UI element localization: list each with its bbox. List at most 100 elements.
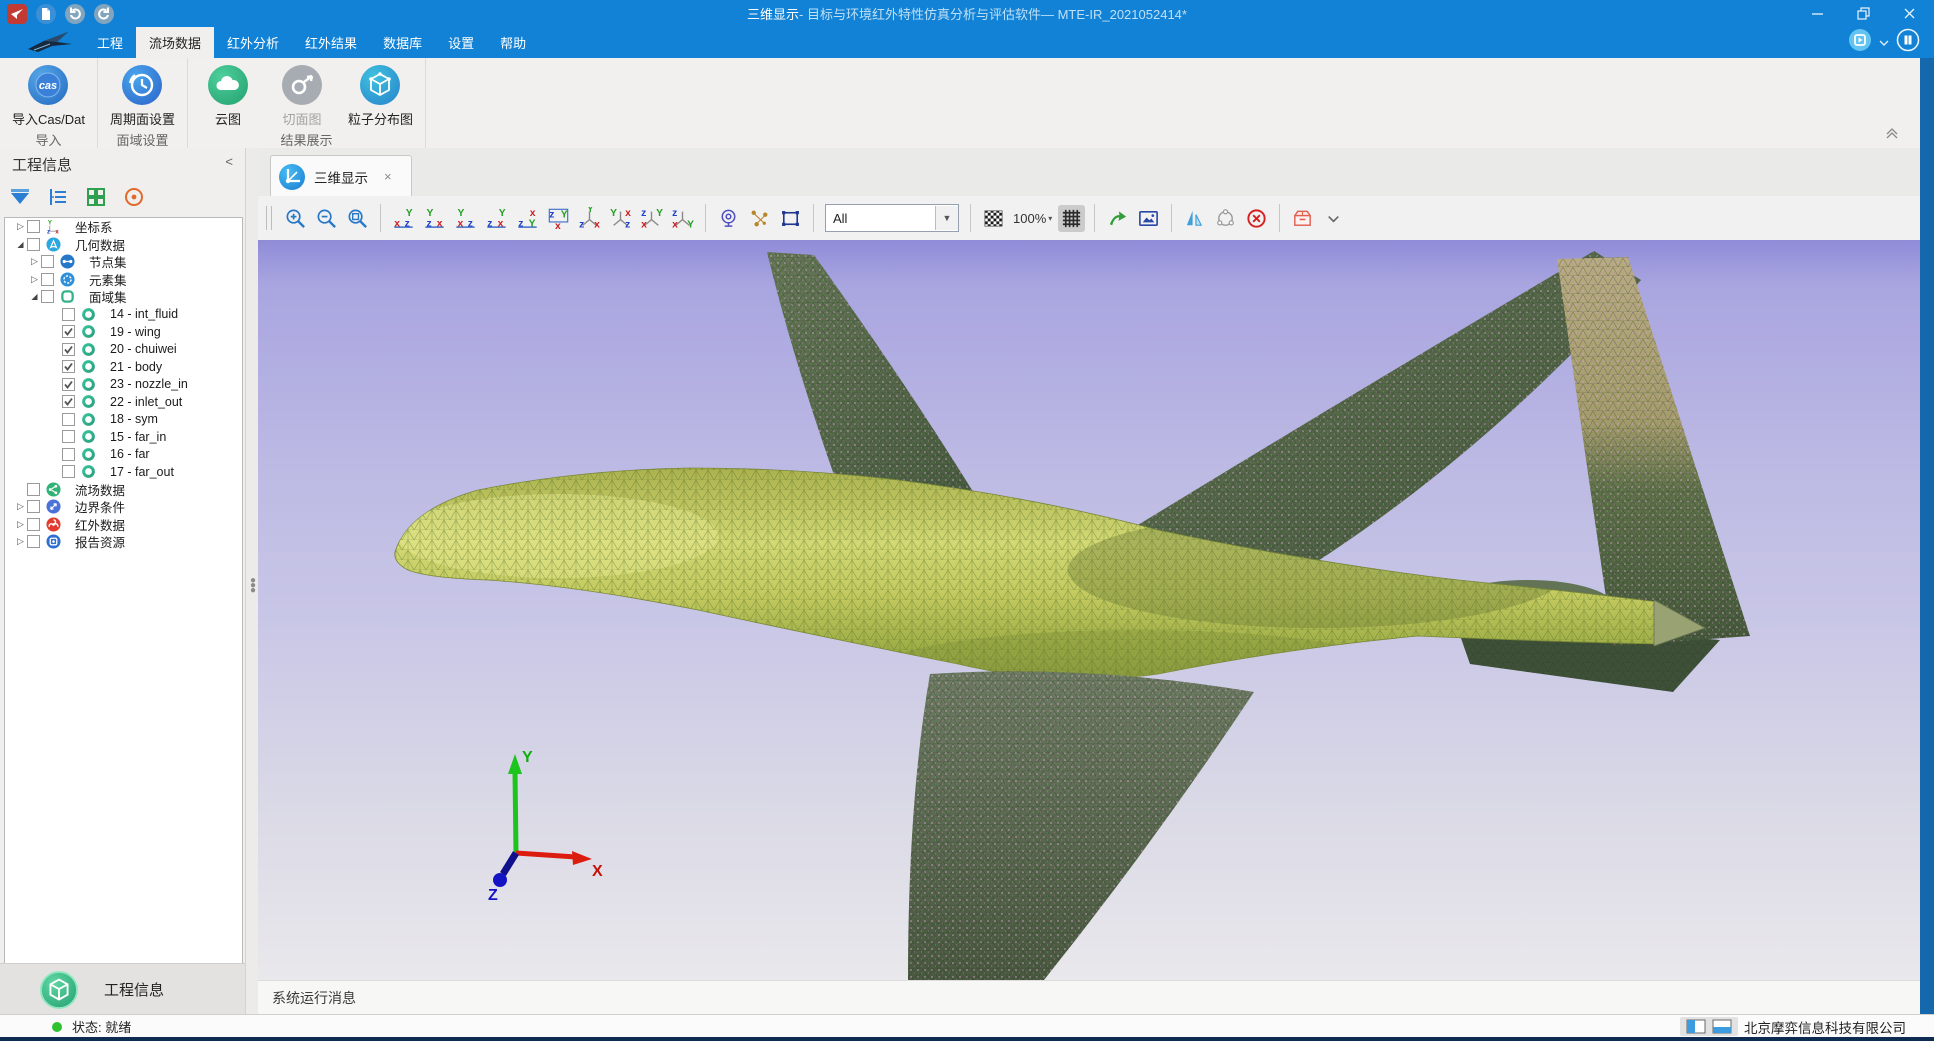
view-zx-alt-icon[interactable]: Yzx (483, 205, 510, 232)
send-icon[interactable] (7, 4, 27, 24)
ribbon-button-particle-distribution[interactable]: 粒子分布图 (344, 62, 417, 130)
zoom-in-icon[interactable] (282, 205, 309, 232)
tree-expanded-icon[interactable]: ◢ (14, 240, 27, 249)
toolbar-caret-icon[interactable] (1320, 205, 1347, 232)
tree-item--[interactable]: ◢面域集 (5, 288, 242, 306)
menu-item-1[interactable]: 工程 (84, 27, 136, 58)
tree-item-15-far_in[interactable]: 15 - far_in (5, 428, 242, 446)
menu-item-7[interactable]: 帮助 (487, 27, 539, 58)
outline-list-icon[interactable] (46, 185, 70, 209)
tree-item-21-body[interactable]: 21 - body (5, 358, 242, 376)
close-icon[interactable] (1898, 3, 1920, 25)
minimize-icon[interactable] (1806, 3, 1828, 25)
snapshot-icon[interactable] (1135, 205, 1162, 232)
export-box-icon[interactable] (1289, 205, 1316, 232)
tree-checkbox[interactable] (62, 395, 75, 408)
tree-item--[interactable]: ▷节点集 (5, 253, 242, 271)
tree-checkbox[interactable] (62, 378, 75, 391)
tree-collapsed-icon[interactable]: ▷ (28, 274, 41, 285)
tree-checkbox[interactable] (27, 535, 40, 548)
toolbar-grip[interactable] (266, 206, 272, 230)
dropdown-caret-icon[interactable] (1879, 34, 1889, 52)
group-grid-icon[interactable] (84, 185, 108, 209)
tree-collapsed-icon[interactable]: ▷ (28, 256, 41, 267)
zoom-fit-icon[interactable] (344, 205, 371, 232)
tree-item--[interactable]: 流场数据 (5, 481, 242, 499)
tree-item--[interactable]: ▷报告资源 (5, 533, 242, 551)
tree-item-20-chuiwei[interactable]: 20 - chuiwei (5, 341, 242, 359)
mirror-icon[interactable] (1181, 205, 1208, 232)
tree-item-17-far_out[interactable]: 17 - far_out (5, 463, 242, 481)
ribbon-button-periodic-face[interactable]: 周期面设置 (106, 62, 179, 130)
tree-item--[interactable]: ▷Yzx坐标系 (5, 218, 242, 236)
panel-bottom-icon[interactable] (1712, 1019, 1732, 1034)
undo-icon[interactable] (65, 4, 85, 24)
view-iso2-icon[interactable]: Yxz (607, 205, 634, 232)
view-xz-alt-icon[interactable]: Yxz (452, 205, 479, 232)
clear-all-icon[interactable] (1243, 205, 1270, 232)
view-iso1-icon[interactable]: Yzx (576, 205, 603, 232)
panel-tab-project-info[interactable]: 工程信息 (0, 963, 245, 1015)
menu-item-3[interactable]: 红外分析 (214, 27, 292, 58)
tree-item-19-wing[interactable]: 19 - wing (5, 323, 242, 341)
filter-icon[interactable] (8, 185, 32, 209)
tree-checkbox[interactable] (41, 255, 54, 268)
trace-points-icon[interactable] (746, 205, 773, 232)
tree-checkbox[interactable] (27, 483, 40, 496)
tree-checkbox[interactable] (27, 518, 40, 531)
smooth-ring-icon[interactable] (1212, 205, 1239, 232)
tree-checkbox[interactable] (62, 465, 75, 478)
tree-item-22-inlet_out[interactable]: 22 - inlet_out (5, 393, 242, 411)
ribbon-button-contour-cloud[interactable]: 云图 (196, 62, 260, 130)
tree-item--[interactable]: ◢几何数据 (5, 236, 242, 254)
view-iso4-icon[interactable]: zxY (669, 205, 696, 232)
mesh-toggle-icon[interactable] (1058, 205, 1085, 232)
tree-item-18-sym[interactable]: 18 - sym (5, 411, 242, 429)
select-box-icon[interactable] (777, 205, 804, 232)
tab-3d-view[interactable]: 三维显示 × (270, 155, 412, 197)
tree-item-16-far[interactable]: 16 - far (5, 446, 242, 464)
view-zy-icon[interactable]: xzY (514, 205, 541, 232)
tree-item-23-nozzle_in[interactable]: 23 - nozzle_in (5, 376, 242, 394)
tree-checkbox[interactable] (62, 308, 75, 321)
tree-checkbox[interactable] (62, 430, 75, 443)
tab-close-icon[interactable]: × (384, 169, 392, 184)
view-zx-icon[interactable]: Yzx (421, 205, 448, 232)
tree-checkbox[interactable] (27, 238, 40, 251)
new-doc-icon[interactable] (36, 4, 56, 24)
dropdown-arrow-icon[interactable]: ▼ (935, 206, 958, 230)
tree-checkbox[interactable] (62, 413, 75, 426)
tree-item--[interactable]: ▷边界条件 (5, 498, 242, 516)
tree-expanded-icon[interactable]: ◢ (28, 292, 41, 301)
display-filter-dropdown[interactable]: All▼ (825, 204, 959, 232)
tree-collapsed-icon[interactable]: ▷ (14, 519, 27, 530)
tree-checkbox[interactable] (62, 360, 75, 373)
collapse-ribbon-icon[interactable] (1884, 128, 1900, 143)
menu-item-6[interactable]: 设置 (435, 27, 487, 58)
menu-item-4[interactable]: 红外结果 (292, 27, 370, 58)
locate-target-icon[interactable] (122, 185, 146, 209)
tree-checkbox[interactable] (41, 273, 54, 286)
viewport-3d[interactable]: Y X Z (258, 240, 1920, 980)
zoom-percent-value[interactable]: 100% (1013, 211, 1046, 226)
ribbon-button-cas-file[interactable]: cas导入Cas/Dat (8, 62, 89, 130)
tree-collapsed-icon[interactable]: ▷ (14, 501, 27, 512)
camera-icon[interactable] (715, 205, 742, 232)
export-arrow-icon[interactable] (1104, 205, 1131, 232)
tree-collapsed-icon[interactable]: ▷ (14, 536, 27, 547)
zoom-caret-icon[interactable]: ▾ (1048, 214, 1052, 223)
menu-item-5[interactable]: 数据库 (370, 27, 435, 58)
menu-item-2[interactable]: 流场数据 (136, 27, 214, 58)
view-iso3-icon[interactable]: zYx (638, 205, 665, 232)
tree-collapsed-icon[interactable]: ▷ (14, 221, 27, 232)
tree-checkbox[interactable] (27, 500, 40, 513)
tree-checkbox[interactable] (62, 448, 75, 461)
zoom-out-icon[interactable] (313, 205, 340, 232)
redo-icon[interactable] (94, 4, 114, 24)
tree-item-14-int_fluid[interactable]: 14 - int_fluid (5, 306, 242, 324)
view-xz-icon[interactable]: xzY (390, 205, 417, 232)
style-icon[interactable] (1848, 28, 1872, 57)
transparency-icon[interactable] (980, 205, 1007, 232)
view-zyx-icon[interactable]: zYx (545, 205, 572, 232)
tree-item--[interactable]: ▷元素集 (5, 271, 242, 289)
